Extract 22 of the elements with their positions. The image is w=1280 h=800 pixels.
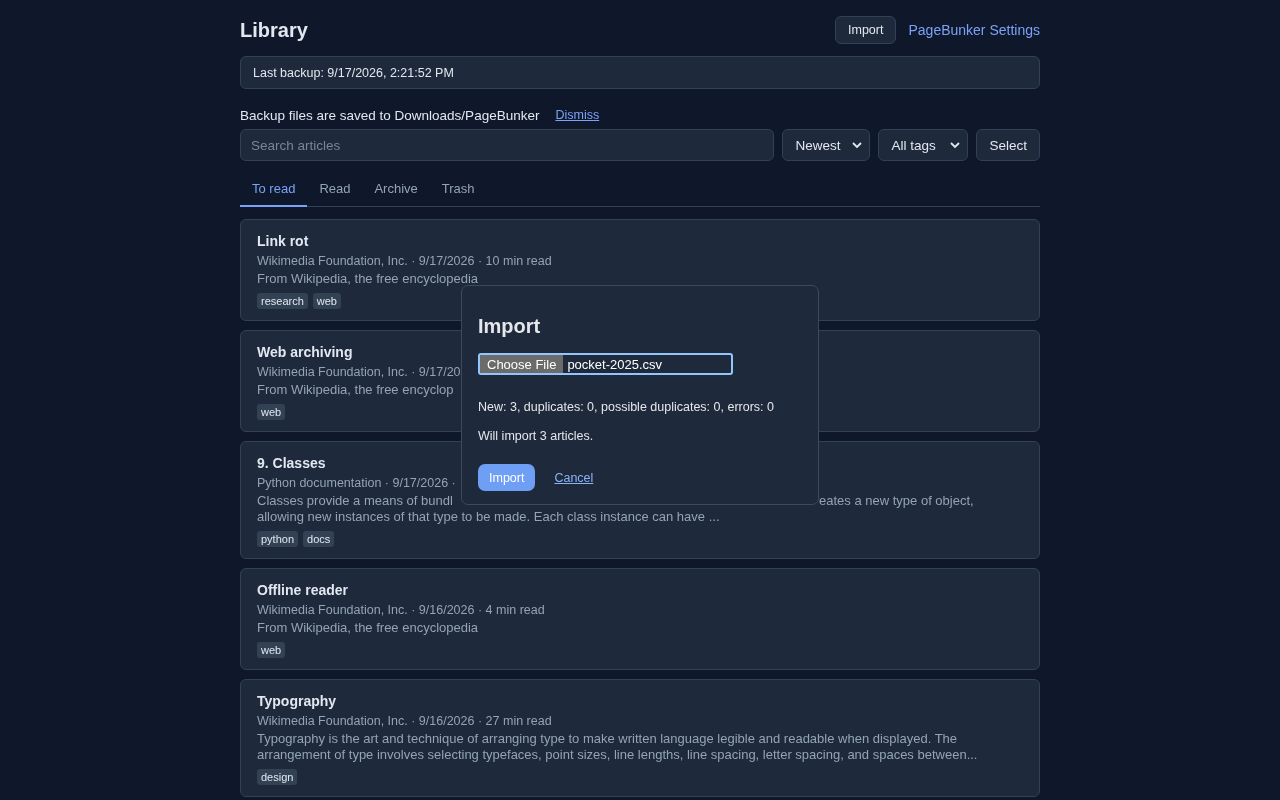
article-excerpt: allowing new instances of that type to be made. Each class instance can have ... — [257, 509, 721, 525]
article-title: Link rot — [257, 232, 309, 250]
page-title: Library — [240, 18, 308, 41]
article-excerpt: From Wikipedia, the free encyclopedia — [257, 271, 480, 287]
article-excerpt: Classes provide a means of bundl — [257, 493, 454, 509]
article-excerpt: From Wikipedia, the free encyclop — [257, 382, 455, 398]
article-title: 9. Classes — [257, 454, 326, 472]
article-excerpt: Typography is the art and technique of arranging type to make written language legible and readable when displayed. The arrangement of type involves selecting typefaces, point sizes, line lengths, line spacing, letter spacing, and spaces between... — [257, 731, 979, 763]
article-excerpt: eates a new type of object, — [819, 493, 975, 509]
article-meta: Wikimedia Foundation, Inc. · 9/16/2026 · 4 min read — [257, 602, 545, 618]
article-title: Web archiving — [257, 343, 353, 361]
import-summary: New: 3, duplicates: 0, possible duplicates: 0, errors: 0 — [478, 400, 774, 414]
article-title: Typography — [257, 692, 337, 710]
article-excerpt: From Wikipedia, the free encyclopedia — [257, 620, 480, 636]
article-meta: Wikimedia Foundation, Inc. · 9/17/2026 · 10 min read — [257, 253, 552, 269]
import-message: Will import 3 articles. — [478, 429, 594, 443]
backup-notice: Backup files are saved to Downloads/PageBunker — [240, 107, 540, 123]
article-title: Offline reader — [257, 581, 349, 599]
backup-status-text: Last backup: 9/17/2026, 2:21:52 PM — [253, 65, 454, 80]
article-meta: Wikimedia Foundation, Inc. · 9/16/2026 · 27 min read — [257, 713, 552, 729]
article-meta: Python documentation · 9/17/2026 · — [257, 475, 456, 491]
article-meta: Wikimedia Foundation, Inc. · 9/17/20 — [257, 364, 461, 380]
